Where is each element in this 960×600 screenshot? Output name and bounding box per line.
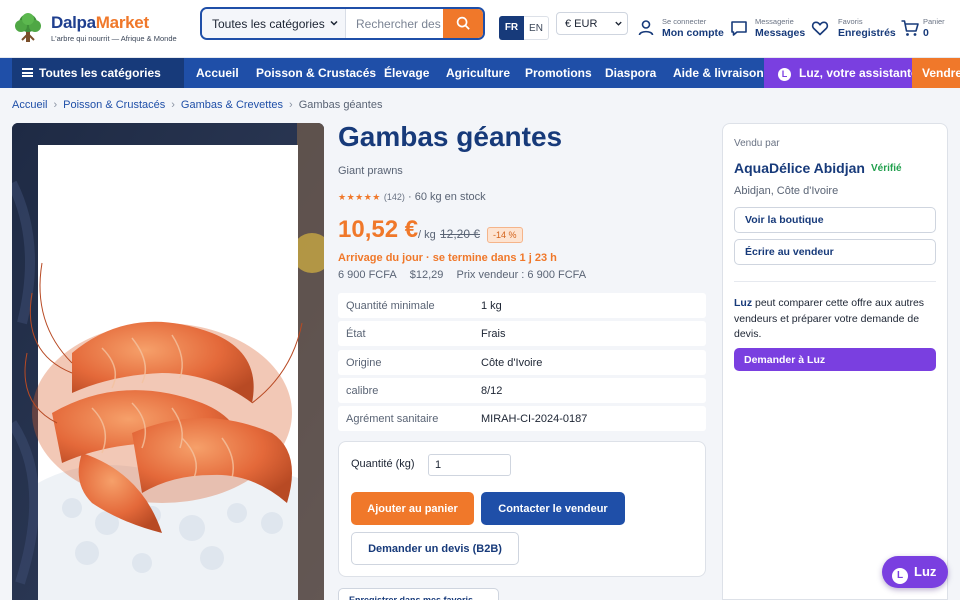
account-link[interactable]: Se connecter Mon compte: [636, 12, 724, 44]
request-quote-button[interactable]: Demander un devis (B2B): [351, 532, 519, 565]
ask-luz-button[interactable]: Demander à Luz: [734, 348, 936, 371]
view-shop-button[interactable]: Voir la boutique: [734, 207, 936, 233]
chat-icon: [731, 21, 747, 36]
price-usd: $12,29: [409, 269, 444, 281]
nav-link-elevage[interactable]: Élevage: [384, 66, 429, 80]
seller-location: Abidjan, Côte d'Ivoire: [734, 185, 839, 197]
nav-link-agriculture[interactable]: Agriculture: [446, 66, 510, 80]
site-header: DalpaMarket L'arbre qui nourrit — Afriqu…: [0, 0, 960, 58]
site-tagline: L'arbre qui nourrit — Afrique & Monde: [51, 34, 177, 43]
sell-nav-button[interactable]: Vendre: [912, 58, 960, 88]
language-en-button[interactable]: EN: [524, 16, 549, 40]
discount-badge: -14 %: [487, 227, 523, 243]
breadcrumb-link-gambas[interactable]: Gambas & Crevettes: [181, 99, 283, 111]
chevron-right-icon: ›: [289, 99, 293, 111]
price-fcfa: 6 900 FCFA: [338, 269, 397, 281]
seller-card: Vendu par AquaDélice Abidjan Vérifié Abi…: [722, 123, 948, 600]
seller-price: Prix vendeur : 6 900 FCFA: [456, 269, 587, 281]
luz-badge-icon: L: [892, 568, 908, 584]
product-price: 10,52 €: [338, 216, 419, 243]
search-bar: Toutes les catégories: [200, 7, 485, 40]
search-category-select[interactable]: Toutes les catégories: [202, 9, 346, 38]
luz-promo-text: Luz peut comparer cette offre aux autres…: [734, 297, 925, 340]
breadcrumb-current: Gambas géantes: [298, 99, 383, 111]
prawns-photo: [12, 123, 324, 600]
sold-by-label: Vendu par: [734, 138, 780, 149]
main-nav: Toutes les catégories Accueil Poisson & …: [0, 58, 960, 88]
search-button[interactable]: [443, 9, 483, 38]
luz-badge-icon: L: [778, 68, 791, 81]
quantity-input[interactable]: [428, 454, 511, 476]
nav-link-promotions[interactable]: Promotions: [525, 66, 592, 80]
write-seller-button[interactable]: Écrire au vendeur: [734, 239, 936, 265]
cart-link[interactable]: Panier 0: [900, 12, 952, 44]
messages-link[interactable]: Messagerie Messages: [729, 12, 805, 44]
luz-chat-button[interactable]: L Luz: [882, 556, 948, 588]
nav-link-aide[interactable]: Aide & livraison: [673, 66, 764, 80]
chevron-right-icon: ›: [171, 99, 175, 111]
language-switcher: FR EN: [499, 16, 549, 40]
currency-select[interactable]: € EUR: [556, 12, 628, 35]
tree-logo-icon[interactable]: [12, 12, 44, 44]
product-title: Gambas géantes: [338, 121, 563, 152]
language-fr-button[interactable]: FR: [499, 16, 524, 40]
spec-row: Quantité minimale 1 kg: [338, 293, 706, 318]
seller-name[interactable]: AquaDélice Abidjan: [734, 160, 865, 176]
add-to-cart-button[interactable]: Ajouter au panier: [351, 492, 474, 525]
search-input[interactable]: [346, 9, 444, 38]
luz-assistant-nav[interactable]: L Luz, votre assistante: [764, 58, 918, 88]
all-categories-button[interactable]: Toutes les catégories: [12, 58, 184, 88]
star-rating-icon: ★★★★★: [338, 192, 381, 202]
alternate-prices: 6 900 FCFA $12,29 Prix vendeur : 6 900 F…: [338, 269, 596, 281]
review-count[interactable]: (142): [384, 192, 405, 202]
chevron-right-icon: ›: [53, 99, 58, 111]
spec-table: Quantité minimale 1 kg État Frais Origine C…: [338, 293, 706, 434]
heart-icon: [811, 21, 829, 36]
verified-badge: Vérifié: [871, 163, 902, 174]
save-favorites-button[interactable]: Enregistrer dans mes favoris: [338, 588, 499, 600]
chevron-down-icon: [330, 20, 338, 26]
product-subtitle: Giant prawns: [338, 165, 403, 177]
user-icon: [638, 20, 654, 36]
purchase-box: Quantité (kg) Ajouter au panier Contacte…: [338, 441, 706, 577]
spec-row: État Frais: [338, 321, 706, 347]
nav-link-poisson[interactable]: Poisson & Crustacés: [256, 66, 376, 80]
cart-icon: [901, 20, 919, 36]
product-rating: ★★★★★ (142) · 60 kg en stock: [338, 191, 486, 203]
quantity-label: Quantité (kg): [351, 458, 415, 470]
product-image[interactable]: [12, 123, 324, 600]
spec-row: Origine Côte d'Ivoire: [338, 349, 706, 375]
favorites-link[interactable]: Favoris Enregistrés: [810, 12, 896, 44]
breadcrumb: Accueil › Poisson & Crustacés › Gambas & Cre…: [12, 99, 382, 111]
nav-link-accueil[interactable]: Accueil: [196, 66, 239, 80]
arrival-notice: Arrivage du jour · se termine dans 1 j 2…: [338, 252, 557, 264]
spec-row: Agrément sanitaire MIRAH-CI-2024-0187: [338, 406, 706, 432]
site-logo[interactable]: DalpaMarket: [51, 13, 149, 33]
breadcrumb-link-poisson[interactable]: Poisson & Crustacés: [63, 99, 165, 111]
old-price: 12,20 €: [440, 227, 481, 241]
spec-row: calibre 8/12: [338, 377, 706, 403]
divider: [734, 281, 936, 282]
search-icon: [456, 16, 470, 30]
contact-seller-button[interactable]: Contacter le vendeur: [481, 492, 625, 525]
menu-icon: [22, 68, 33, 77]
nav-link-diaspora[interactable]: Diaspora: [605, 66, 656, 80]
stock-level: · 60 kg en stock: [407, 191, 486, 203]
price-unit: / kg: [418, 229, 436, 241]
breadcrumb-link-accueil[interactable]: Accueil: [12, 99, 47, 111]
chevron-down-icon: [615, 21, 622, 26]
